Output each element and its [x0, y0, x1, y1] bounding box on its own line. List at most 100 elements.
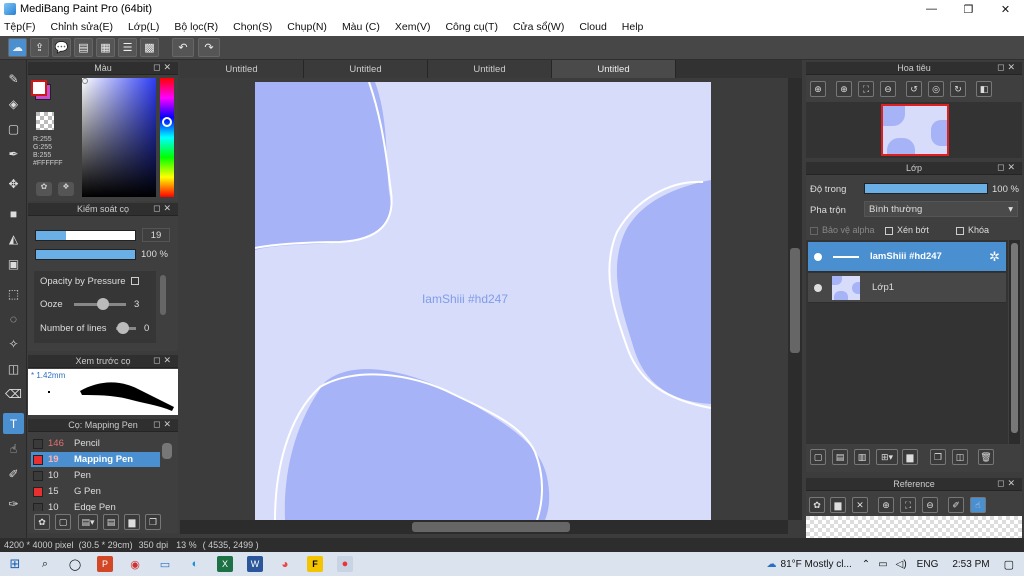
reference-fit-icon[interactable]: ⛶	[900, 497, 916, 513]
tab-untitled-2[interactable]: Untitled	[304, 60, 428, 78]
duplicate-layer-icon[interactable]: ❐	[930, 449, 946, 465]
reference-zoom-out-icon[interactable]: ⊖	[922, 497, 938, 513]
zoom-in-icon[interactable]: ⊕	[810, 81, 826, 97]
foreground-color-swatch[interactable]	[31, 80, 47, 96]
app-f-icon[interactable]: F	[307, 556, 323, 572]
list-icon[interactable]: ☰	[118, 38, 137, 57]
undo-button[interactable]: ↶	[172, 38, 194, 57]
notification-icon[interactable]: ▢	[1004, 558, 1014, 571]
task-view-icon[interactable]: ◯	[67, 556, 83, 572]
reset-view-icon[interactable]: ◎	[928, 81, 944, 97]
navigator-viewport[interactable]	[881, 104, 949, 156]
lasso-tool-icon[interactable]: ◌	[3, 308, 24, 329]
menu-edit[interactable]: Chỉnh sửa(E)	[51, 21, 113, 33]
blend-mode-select[interactable]: Bình thường ▾	[864, 201, 1018, 217]
input-language[interactable]: ENG	[917, 559, 939, 570]
word-icon[interactable]: W	[247, 556, 263, 572]
brush-item[interactable]: 10 Pen	[31, 468, 160, 483]
brush-duplicate-icon[interactable]: ❐	[145, 514, 161, 530]
move-tool-icon[interactable]: ✥	[3, 173, 24, 194]
maximize-button[interactable]: ❐	[950, 0, 987, 18]
panel-close-icon[interactable]: ◻✕	[153, 62, 174, 73]
chrome-icon[interactable]: ◕	[277, 556, 293, 572]
opacity-by-pressure-checkbox[interactable]	[131, 277, 140, 286]
hue-slider[interactable]	[160, 78, 174, 197]
new-layer-icon[interactable]: ▢	[810, 449, 826, 465]
flip-icon[interactable]: ◧	[976, 81, 992, 97]
eraser-tool-icon[interactable]: ◈	[3, 93, 24, 114]
brush-size-value[interactable]: 19	[142, 228, 170, 242]
brush-item[interactable]: 15 G Pen	[31, 484, 160, 499]
reference-open-icon[interactable]: ▆	[830, 497, 846, 513]
drawing-canvas[interactable]: IamShiii #hd247	[255, 82, 711, 520]
lock-checkbox[interactable]	[956, 226, 964, 235]
canvas-horizontal-scrollbar[interactable]	[180, 520, 788, 534]
brush-item[interactable]: 146 Pencil	[31, 436, 160, 451]
volume-icon[interactable]: ◁)	[896, 559, 907, 570]
layer-folder-icon[interactable]: ▆	[902, 449, 918, 465]
menu-cloud[interactable]: Cloud	[579, 21, 606, 33]
brush-options-scrollbar[interactable]	[160, 275, 166, 315]
panel-close-icon[interactable]: ◻✕	[153, 203, 174, 214]
saturation-brightness-picker[interactable]	[82, 78, 156, 197]
color-set-icon[interactable]: ❖	[58, 182, 74, 196]
brush-tool-icon[interactable]: ✎	[3, 68, 24, 89]
excel-icon[interactable]: X	[217, 556, 233, 572]
layer-menu-icon[interactable]: ⊞▾	[876, 449, 898, 465]
powerpoint-icon[interactable]: P	[97, 556, 113, 572]
horizontal-scroll-thumb[interactable]	[412, 522, 570, 532]
shape-tool-icon[interactable]: ▢	[3, 118, 24, 139]
reference-zoom-in-icon[interactable]: ⊕	[878, 497, 894, 513]
panel-close-icon[interactable]: ◻✕	[997, 162, 1018, 173]
reference-close-icon[interactable]: ✕	[852, 497, 868, 513]
layer-visibility-icon[interactable]	[814, 283, 822, 292]
zoom-in-small-icon[interactable]: ⊕	[836, 81, 852, 97]
gradient-tool-icon[interactable]: ▣	[3, 253, 24, 274]
weather-text[interactable]: 81°F Mostly cl...	[781, 559, 852, 570]
menu-filter[interactable]: Bộ lọc(R)	[174, 21, 218, 33]
delete-layer-icon[interactable]: 🗑	[978, 449, 994, 465]
menu-color[interactable]: Màu (C)	[342, 21, 380, 33]
sv-picker-handle[interactable]	[82, 78, 88, 84]
brush-menu-icon[interactable]: ▤▾	[78, 514, 98, 530]
protect-alpha-checkbox[interactable]	[810, 226, 818, 235]
hue-slider-handle[interactable]	[162, 117, 172, 127]
pen-tool-icon[interactable]: ✒	[3, 143, 24, 164]
menu-view[interactable]: Xem(V)	[395, 21, 431, 33]
reference-hand-icon[interactable]: ☝	[970, 497, 986, 513]
menu-file[interactable]: Tệp(F)	[4, 21, 36, 33]
select-eraser-tool-icon[interactable]: ⌫	[3, 383, 24, 404]
minimize-button[interactable]: —	[913, 0, 950, 18]
tab-untitled-1[interactable]: Untitled	[180, 60, 304, 78]
navigator-preview[interactable]	[806, 102, 1022, 158]
reference-eyedropper-icon[interactable]: ✐	[948, 497, 964, 513]
menu-layer[interactable]: Lớp(L)	[128, 21, 159, 33]
merge-layer-icon[interactable]: ◫	[952, 449, 968, 465]
layer-visibility-icon[interactable]	[814, 252, 822, 261]
panel-close-icon[interactable]: ◻✕	[997, 478, 1018, 489]
vertical-scroll-thumb[interactable]	[790, 248, 800, 353]
layer-opacity-slider[interactable]	[864, 183, 988, 194]
brush-size-slider[interactable]	[35, 230, 136, 241]
app-red-icon[interactable]: ◉	[127, 556, 143, 572]
magic-wand-tool-icon[interactable]: ✧	[3, 333, 24, 354]
medibang-icon[interactable]: ●	[337, 556, 353, 572]
panel-close-icon[interactable]: ◻✕	[153, 355, 174, 366]
brush-folder-icon[interactable]: ▆	[124, 514, 140, 530]
transparent-color-swatch[interactable]	[36, 112, 54, 130]
windows-start-icon[interactable]: ⊞	[7, 556, 23, 572]
edge-icon[interactable]: ◐	[187, 556, 203, 572]
palette-icon[interactable]: ✿	[36, 182, 52, 196]
monitor-icon[interactable]: ▭	[157, 556, 173, 572]
tab-untitled-4[interactable]: Untitled	[552, 60, 676, 78]
ruler-tool-icon[interactable]: ✑	[3, 493, 24, 514]
hand-tool-icon[interactable]: ☝	[3, 438, 24, 459]
new-brush-icon[interactable]: ▢	[55, 514, 71, 530]
tray-chevron-icon[interactable]: ⌃	[862, 559, 870, 570]
tab-untitled-3[interactable]: Untitled	[428, 60, 552, 78]
layer-list-scrollbar[interactable]	[1009, 240, 1020, 444]
brush-item[interactable]: 10 Edge Pen	[31, 500, 160, 511]
clipping-checkbox[interactable]	[885, 226, 893, 235]
menu-tools[interactable]: Công cụ(T)	[445, 21, 498, 33]
select-rect-tool-icon[interactable]: ⬚	[3, 283, 24, 304]
